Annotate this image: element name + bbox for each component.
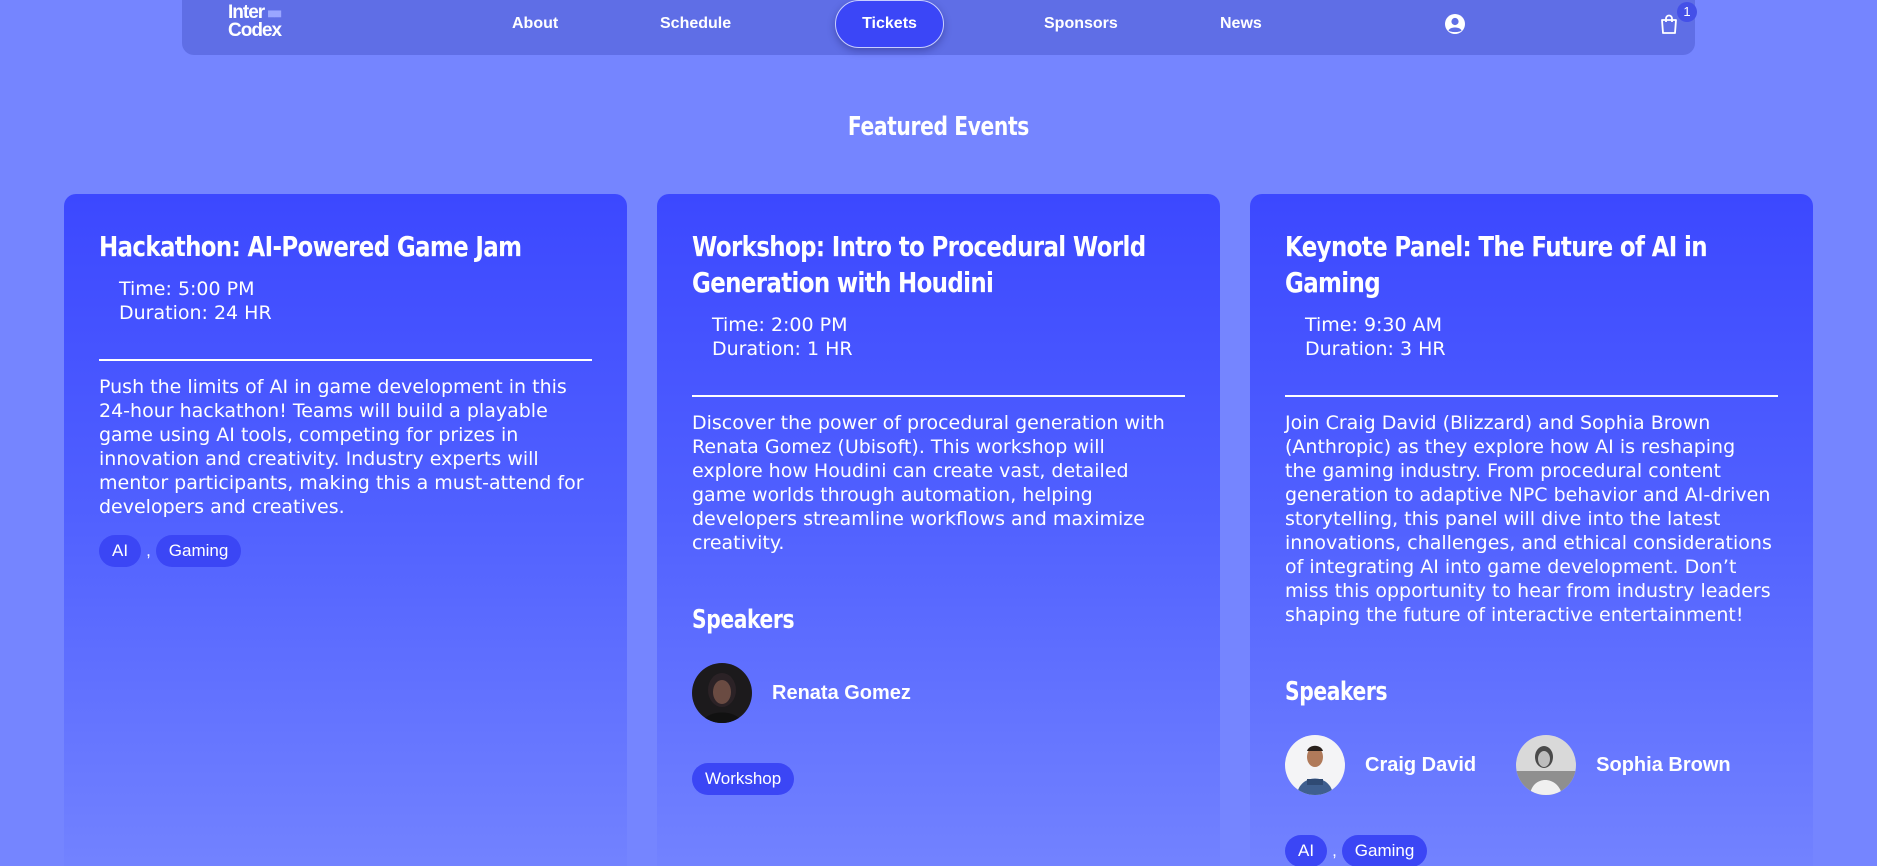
tag-workshop[interactable]: Workshop [692, 763, 795, 795]
speakers-heading: Speakers [692, 605, 795, 635]
speaker-name: Sophia Brown [1596, 753, 1731, 776]
event-description: Push the limits of AI in game developmen… [99, 376, 584, 518]
intercodex-logo[interactable]: Inter ■■ Codex [228, 3, 308, 44]
tag-ai[interactable]: AI [1285, 835, 1328, 866]
speaker-craig-david[interactable]: Craig David [1285, 735, 1476, 795]
event-card: Hackathon: AI-Powered Game Jam Time: 5:0… [64, 194, 627, 866]
speaker-name: Craig David [1365, 753, 1477, 776]
event-meta: Time: 9:30 AM Duration: 3 HR [1305, 313, 1778, 361]
event-meta: Time: 5:00 PM Duration: 24 HR [119, 277, 592, 325]
shopping-bag-icon[interactable] [1659, 13, 1679, 35]
top-navbar: Inter ■■ Codex About Schedule Tickets Spo… [182, 0, 1697, 55]
nav-sponsors[interactable]: Sponsors [1044, 0, 1118, 48]
event-time: Time: 2:00 PM [712, 314, 848, 336]
event-time: Time: 5:00 PM [119, 278, 255, 300]
tag-list: AI , Gaming [99, 535, 592, 567]
nav-about[interactable]: About [512, 0, 558, 48]
tag-gaming[interactable]: Gaming [1341, 835, 1428, 866]
event-title: Workshop: Intro to Procedural World Gene… [692, 230, 1146, 299]
tag-gaming[interactable]: Gaming [155, 535, 242, 567]
event-card: Workshop: Intro to Procedural World Gene… [657, 194, 1220, 866]
speaker-list: Craig David Sophia Brown [1285, 735, 1778, 795]
speaker-list: Renata Gomez [692, 663, 1185, 723]
avatar [692, 663, 752, 723]
nav-tickets[interactable]: Tickets [835, 0, 944, 48]
page: Inter ■■ Codex About Schedule Tickets Spo… [0, 0, 1877, 866]
event-duration: Duration: 1 HR [712, 338, 853, 360]
logo-text-codex: Codex [228, 20, 282, 41]
nav-news[interactable]: News [1220, 0, 1262, 48]
speaker-renata-gomez[interactable]: Renata Gomez [692, 663, 911, 723]
speaker-name: Renata Gomez [772, 681, 911, 704]
logo-mark-icon: ■■ [267, 5, 282, 21]
tag-ai[interactable]: AI [99, 535, 142, 567]
event-title: Hackathon: AI-Powered Game Jam [99, 230, 522, 263]
event-time: Time: 9:30 AM [1305, 314, 1443, 336]
divider [99, 359, 592, 361]
nav-schedule[interactable]: Schedule [660, 0, 731, 48]
speakers-heading: Speakers [1285, 677, 1388, 707]
tag-separator: , [146, 541, 151, 560]
event-description: Discover the power of procedural generat… [692, 412, 1165, 554]
event-description: Join Craig David (Blizzard) and Sophia B… [1285, 412, 1772, 626]
event-duration: Duration: 3 HR [1305, 338, 1446, 360]
divider [692, 395, 1185, 397]
tag-list: AI , Gaming [1285, 835, 1778, 866]
event-card: Keynote Panel: The Future of AI in Gamin… [1250, 194, 1813, 866]
tag-separator: , [1332, 841, 1337, 860]
avatar [1516, 735, 1577, 795]
cart-count-badge: 1 [1677, 2, 1697, 22]
event-duration: Duration: 24 HR [119, 302, 272, 324]
tag-list: Workshop [692, 763, 1185, 795]
event-title: Keynote Panel: The Future of AI in Gamin… [1285, 230, 1708, 299]
section-title: Featured Events [847, 112, 1030, 142]
user-circle-icon[interactable] [1444, 13, 1466, 35]
speaker-sophia-brown[interactable]: Sophia Brown [1516, 735, 1731, 795]
event-meta: Time: 2:00 PM Duration: 1 HR [712, 313, 1185, 361]
avatar [1285, 735, 1345, 795]
divider [1285, 395, 1778, 397]
